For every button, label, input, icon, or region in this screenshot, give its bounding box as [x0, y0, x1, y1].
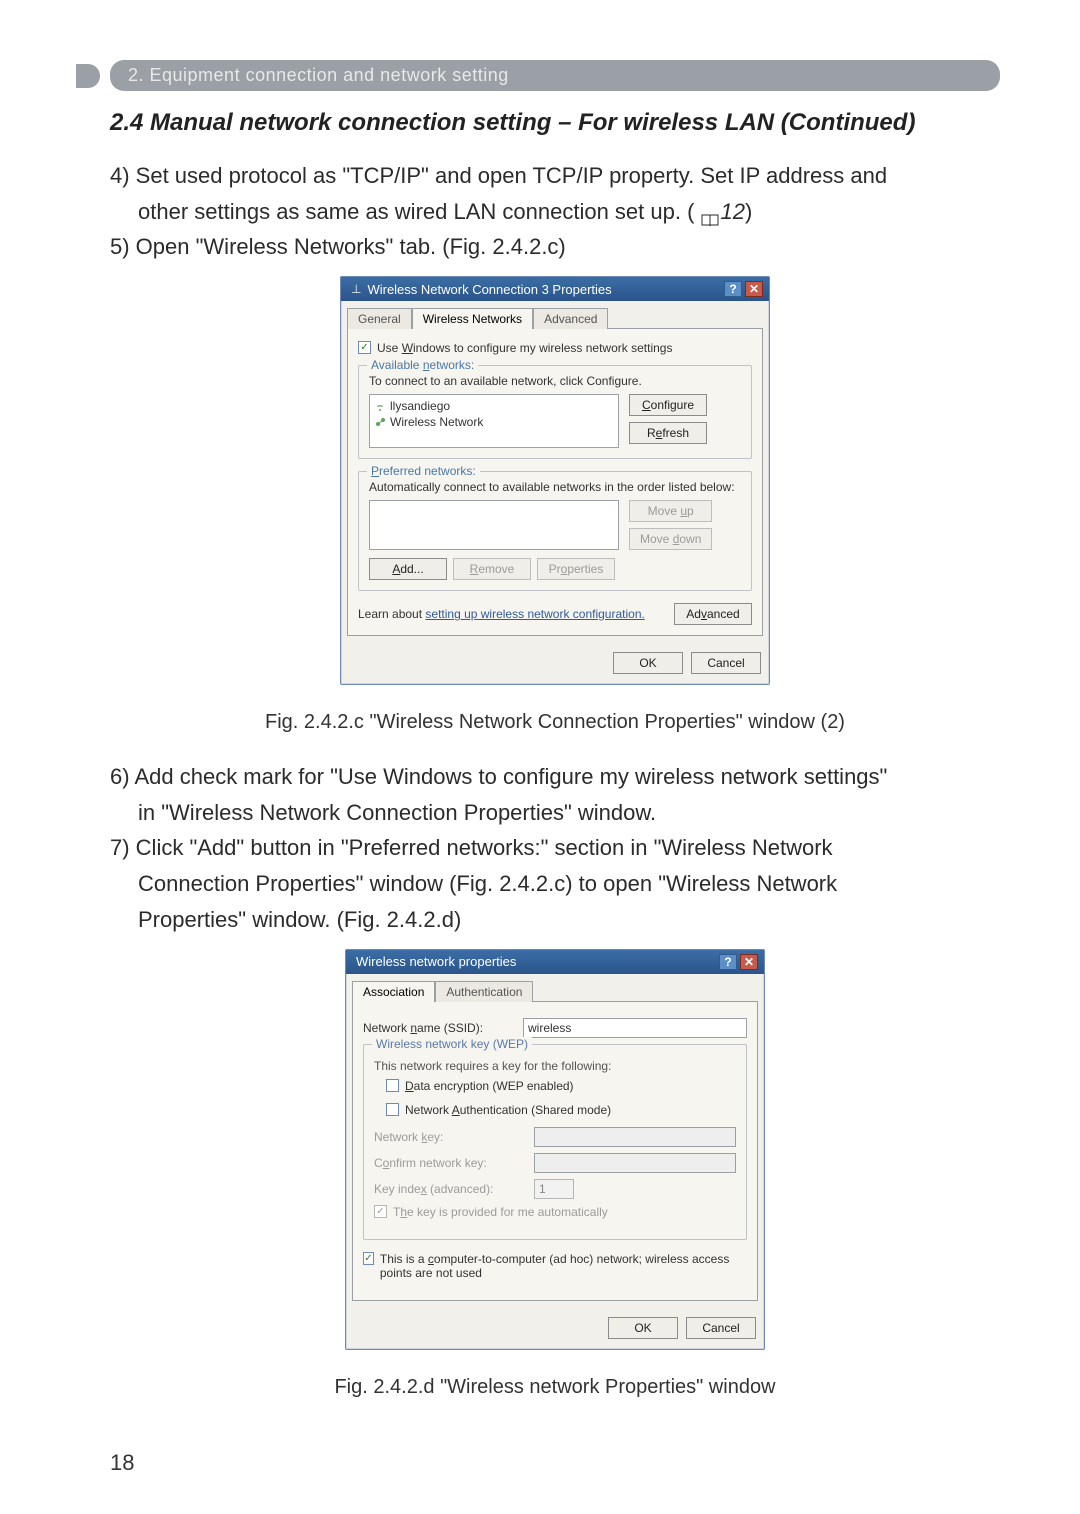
list-item[interactable]: llysandiego: [374, 398, 614, 414]
tab-association[interactable]: Association: [352, 981, 435, 1002]
step-4-line2-b: ): [745, 199, 752, 224]
adhoc-checkbox[interactable]: ✓: [363, 1252, 374, 1265]
subsection-title: 2.4 Manual network connection setting – …: [110, 109, 1000, 137]
data-encryption-checkbox[interactable]: [386, 1079, 399, 1092]
step-4-line2-a: other settings as same as wired LAN conn…: [138, 199, 694, 224]
window1-tabs: General Wireless Networks Advanced: [341, 301, 769, 328]
data-encryption-label: Data encryption (WEP enabled): [405, 1079, 574, 1093]
add-button[interactable]: Add...: [369, 558, 447, 580]
step-5: 5) Open "Wireless Networks" tab. (Fig. 2…: [110, 232, 1000, 262]
window2-titlebar: Wireless network properties ? ✕: [346, 950, 764, 974]
key-index-label: Key index (advanced):: [374, 1182, 524, 1196]
section-header-text: 2. Equipment connection and network sett…: [128, 65, 509, 85]
step-7-line3: Properties" window. (Fig. 2.4.2.d): [110, 905, 1000, 935]
preferred-networks-title: Preferred networks:: [367, 464, 480, 478]
window2-tabs: Association Authentication: [346, 974, 764, 1001]
confirm-key-input[interactable]: [534, 1153, 736, 1173]
figure-d-wrap: Wireless network properties ? ✕ Associat…: [110, 949, 1000, 1399]
auto-key-checkbox[interactable]: ✓: [374, 1205, 387, 1218]
learn-about-text: Learn about setting up wireless network …: [358, 607, 664, 621]
wireless-network-properties-window: Wireless network properties ? ✕ Associat…: [345, 949, 765, 1350]
titlebar-help-button[interactable]: ?: [724, 281, 742, 297]
available-networks-hint: To connect to an available network, clic…: [369, 374, 741, 388]
window1-titlebar: ⊥ Wireless Network Connection 3 Properti…: [341, 277, 769, 301]
network-auth-checkbox[interactable]: [386, 1103, 399, 1116]
key-index-spinner[interactable]: 1: [534, 1179, 574, 1199]
signal-icon: [374, 400, 386, 412]
cancel-button[interactable]: Cancel: [691, 652, 761, 674]
tab-advanced[interactable]: Advanced: [533, 308, 608, 329]
ssid-label: Network name (SSID):: [363, 1021, 513, 1035]
window2-title: Wireless network properties: [356, 954, 716, 969]
auto-key-label: The key is provided for me automatically: [393, 1205, 608, 1219]
learn-about-prefix: Learn about: [358, 607, 425, 621]
window1-footer: OK Cancel: [341, 642, 769, 684]
use-windows-checkbox[interactable]: ✓: [358, 341, 371, 354]
wifi-icon: ⊥: [351, 282, 361, 296]
adhoc-label: This is a computer-to-computer (ad hoc) …: [380, 1252, 747, 1280]
window1-tab-body: ✓ Use Windows to configure my wireless n…: [347, 328, 763, 636]
section-header-bar: 2. Equipment connection and network sett…: [110, 60, 1000, 91]
wep-group: Wireless network key (WEP) This network …: [363, 1044, 747, 1240]
manual-reference-icon: [701, 206, 719, 220]
preferred-networks-hint: Automatically connect to available netwo…: [369, 480, 741, 494]
network-key-label: Network key:: [374, 1130, 524, 1144]
network-auth-label: Network Authentication (Shared mode): [405, 1103, 611, 1117]
step-4-line1: 4) Set used protocol as "TCP/IP" and ope…: [110, 161, 1000, 191]
step-6-line2: in "Wireless Network Connection Properti…: [110, 798, 1000, 828]
refresh-button[interactable]: Refresh: [629, 422, 707, 444]
available-networks-group: Available networks: To connect to an ava…: [358, 365, 752, 459]
available-networks-list[interactable]: llysandiego Wireless Network: [369, 394, 619, 448]
figure-d-caption: Fig. 2.4.2.d "Wireless network Propertie…: [110, 1376, 1000, 1399]
manual-reference-number: 12: [721, 199, 745, 224]
figure-c-wrap: ⊥ Wireless Network Connection 3 Properti…: [110, 276, 1000, 734]
step-4-line2: other settings as same as wired LAN conn…: [110, 197, 1000, 227]
step-7-line2: Connection Properties" window (Fig. 2.4.…: [110, 869, 1000, 899]
page-number: 18: [110, 1450, 134, 1476]
network-item-1: Wireless Network: [390, 414, 483, 430]
preferred-networks-group: Preferred networks: Automatically connec…: [358, 471, 752, 591]
properties-button[interactable]: Properties: [537, 558, 615, 580]
wep-group-title: Wireless network key (WEP): [372, 1037, 532, 1051]
learn-about-link[interactable]: setting up wireless network configuratio…: [425, 607, 644, 621]
titlebar-close-button[interactable]: ✕: [745, 281, 763, 297]
confirm-key-label: Confirm network key:: [374, 1156, 524, 1170]
tab-general[interactable]: General: [347, 308, 412, 329]
move-up-button[interactable]: Move up: [629, 500, 712, 522]
network-key-input[interactable]: [534, 1127, 736, 1147]
ok-button[interactable]: OK: [613, 652, 683, 674]
advanced-button[interactable]: Advanced: [674, 603, 752, 625]
network-icon: [374, 416, 386, 428]
cancel-button[interactable]: Cancel: [686, 1317, 756, 1339]
wep-hint: This network requires a key for the foll…: [374, 1059, 736, 1073]
network-item-0: llysandiego: [390, 398, 450, 414]
tab-wireless-networks[interactable]: Wireless Networks: [412, 308, 533, 329]
window2-tab-body: Network name (SSID): wireless Wireless n…: [352, 1001, 758, 1301]
use-windows-label: Use Windows to configure my wireless net…: [377, 341, 672, 355]
figure-c-caption: Fig. 2.4.2.c "Wireless Network Connectio…: [110, 711, 1000, 734]
ok-button[interactable]: OK: [608, 1317, 678, 1339]
wireless-connection-properties-window: ⊥ Wireless Network Connection 3 Properti…: [340, 276, 770, 685]
move-down-button[interactable]: Move down: [629, 528, 712, 550]
titlebar-close-button[interactable]: ✕: [740, 954, 758, 970]
list-item[interactable]: Wireless Network: [374, 414, 614, 430]
window1-title: Wireless Network Connection 3 Properties: [367, 282, 721, 297]
configure-button[interactable]: Configure: [629, 394, 707, 416]
preferred-networks-list[interactable]: [369, 500, 619, 550]
titlebar-help-button[interactable]: ?: [719, 954, 737, 970]
available-networks-title: Available networks:: [367, 358, 478, 372]
tab-authentication[interactable]: Authentication: [435, 981, 533, 1002]
ssid-input[interactable]: wireless: [523, 1018, 747, 1038]
step-7-line1: 7) Click "Add" button in "Preferred netw…: [110, 833, 1000, 863]
remove-button[interactable]: Remove: [453, 558, 531, 580]
step-6-line1: 6) Add check mark for "Use Windows to co…: [110, 762, 1000, 792]
window2-footer: OK Cancel: [346, 1307, 764, 1349]
